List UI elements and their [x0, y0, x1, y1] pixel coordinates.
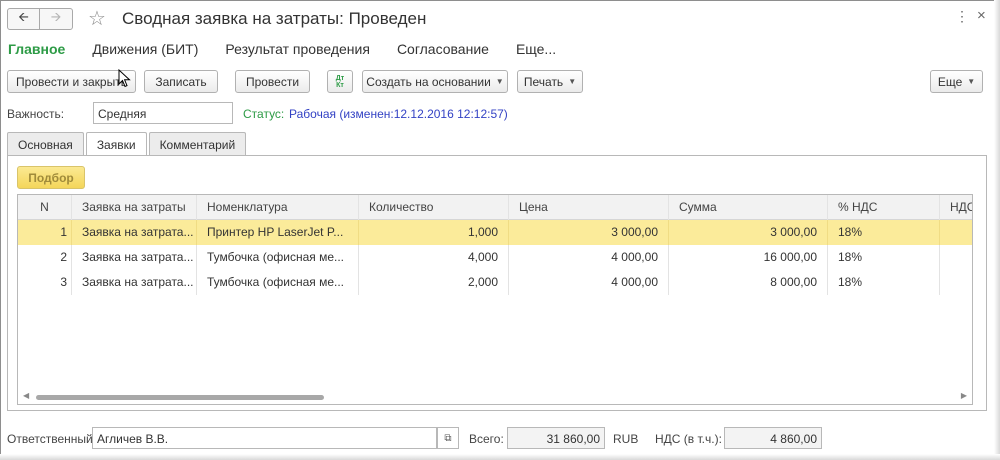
- post-label: Провести: [245, 74, 300, 89]
- dt-kt-button[interactable]: Дт Кт: [327, 70, 353, 93]
- price-cell[interactable]: 4 000,00: [509, 270, 669, 295]
- responsible-label: Ответственный:: [7, 432, 97, 446]
- request-cell[interactable]: Заявка на затрата...: [72, 220, 197, 245]
- sum-cell[interactable]: 8 000,00: [669, 270, 828, 295]
- open-reference-icon[interactable]: ⧉: [437, 427, 459, 449]
- post-button[interactable]: Провести: [235, 70, 310, 93]
- chevron-down-icon: ▼: [568, 77, 577, 86]
- mouse-cursor-icon: [118, 69, 131, 88]
- row-number: 3: [18, 270, 72, 295]
- request-cell[interactable]: Заявка на затрата...: [72, 245, 197, 270]
- vat-total-field: 4 860,00: [724, 427, 822, 449]
- create-based-on-label: Создать на основании: [366, 74, 491, 89]
- vat-rate-cell[interactable]: 18%: [828, 220, 940, 245]
- status-label: Статус:: [243, 107, 285, 121]
- more-actions-button[interactable]: Еще ▼: [930, 70, 983, 93]
- section-nav: Главное Движения (БИТ) Результат проведе…: [8, 41, 583, 57]
- item-cell[interactable]: Тумбочка (офисная ме...: [197, 270, 359, 295]
- section-main[interactable]: Главное: [8, 41, 65, 57]
- total-label: Всего:: [469, 432, 504, 446]
- post-and-close-label: Провести и закрыть: [16, 74, 127, 89]
- history-navigation: 🡨 🡪: [7, 8, 73, 30]
- sum-cell[interactable]: 3 000,00: [669, 220, 828, 245]
- currency-label: RUB: [613, 432, 639, 446]
- item-cell[interactable]: Тумбочка (офисная ме...: [197, 245, 359, 270]
- requests-table: N Заявка на затраты Номенклатура Количес…: [17, 194, 973, 405]
- section-posting-result[interactable]: Результат проведения: [225, 41, 370, 57]
- table-row[interactable]: 1 Заявка на затрата... Принтер HP LaserJ…: [18, 220, 972, 245]
- section-approval[interactable]: Согласование: [397, 41, 489, 57]
- back-arrow-icon[interactable]: 🡨: [8, 9, 40, 29]
- create-based-on-button[interactable]: Создать на основании ▼: [362, 70, 508, 93]
- close-icon[interactable]: ×: [977, 7, 986, 24]
- post-and-close-button[interactable]: Провести и закрыть: [7, 70, 136, 93]
- column-header[interactable]: Количество: [359, 195, 509, 220]
- total-field: 31 860,00: [507, 427, 605, 449]
- print-button[interactable]: Печать ▼: [517, 70, 583, 93]
- column-header[interactable]: Номенклатура: [197, 195, 359, 220]
- tab-main[interactable]: Основная: [7, 132, 84, 156]
- table-header: N Заявка на затраты Номенклатура Количес…: [18, 195, 972, 220]
- more-actions-label: Еще: [937, 74, 963, 89]
- column-header[interactable]: Заявка на затраты: [72, 195, 197, 220]
- scrollbar-thumb[interactable]: [36, 395, 324, 400]
- price-cell[interactable]: 3 000,00: [509, 220, 669, 245]
- quantity-cell[interactable]: 2,000: [359, 270, 509, 295]
- status-value-link[interactable]: Рабочая (изменен:12.12.2016 12:12:57): [289, 107, 508, 121]
- column-header[interactable]: % НДС: [828, 195, 940, 220]
- column-header[interactable]: НДС: [940, 195, 972, 220]
- window-shadow-bottom: [0, 454, 1000, 460]
- pick-button[interactable]: Подбор: [17, 166, 85, 189]
- vat-cell[interactable]: [940, 270, 972, 295]
- vat-label: НДС (в т.ч.):: [655, 432, 722, 446]
- save-label: Записать: [155, 74, 207, 89]
- vat-cell[interactable]: [940, 245, 972, 270]
- favorite-star-icon[interactable]: ☆: [88, 6, 106, 31]
- tab-comment[interactable]: Комментарий: [148, 132, 247, 156]
- dt-kt-icon: Дт Кт: [335, 74, 345, 89]
- tab-bar: Основная Заявки Комментарий: [7, 132, 248, 157]
- row-number: 1: [18, 220, 72, 245]
- table-row[interactable]: 2 Заявка на затрата... Тумбочка (офисная…: [18, 245, 972, 270]
- scroll-left-icon[interactable]: ◀: [23, 391, 29, 400]
- item-cell[interactable]: Принтер HP LaserJet P...: [197, 220, 359, 245]
- horizontal-scrollbar[interactable]: ◀ ▶: [18, 390, 972, 404]
- scroll-right-icon[interactable]: ▶: [961, 391, 967, 400]
- quantity-cell[interactable]: 1,000: [359, 220, 509, 245]
- page-title: Сводная заявка на затраты: Проведен: [122, 9, 427, 28]
- price-cell[interactable]: 4 000,00: [509, 245, 669, 270]
- table-row[interactable]: 3 Заявка на затрата... Тумбочка (офисная…: [18, 270, 972, 295]
- column-header[interactable]: Цена: [509, 195, 669, 220]
- window-shadow-right: [994, 0, 1000, 460]
- tab-requests[interactable]: Заявки: [85, 132, 147, 157]
- chevron-down-icon: ▼: [967, 77, 976, 86]
- save-button[interactable]: Записать: [144, 70, 218, 93]
- request-cell[interactable]: Заявка на затрата...: [72, 270, 197, 295]
- vat-cell[interactable]: [940, 220, 972, 245]
- row-number: 2: [18, 245, 72, 270]
- importance-field[interactable]: Средняя: [93, 102, 233, 124]
- forward-arrow-icon[interactable]: 🡪: [40, 9, 72, 29]
- quantity-cell[interactable]: 4,000: [359, 245, 509, 270]
- section-more[interactable]: Еще...: [516, 41, 556, 57]
- vat-rate-cell[interactable]: 18%: [828, 270, 940, 295]
- importance-label: Важность:: [7, 107, 65, 121]
- chevron-down-icon: ▼: [495, 77, 504, 86]
- print-label: Печать: [523, 74, 564, 89]
- column-header[interactable]: N: [18, 195, 72, 220]
- column-header[interactable]: Сумма: [669, 195, 828, 220]
- section-movements[interactable]: Движения (БИТ): [92, 41, 198, 57]
- responsible-field[interactable]: Агличев В.В.: [92, 427, 437, 449]
- window-menu-icon[interactable]: ⋮: [955, 8, 969, 25]
- vat-rate-cell[interactable]: 18%: [828, 245, 940, 270]
- sum-cell[interactable]: 16 000,00: [669, 245, 828, 270]
